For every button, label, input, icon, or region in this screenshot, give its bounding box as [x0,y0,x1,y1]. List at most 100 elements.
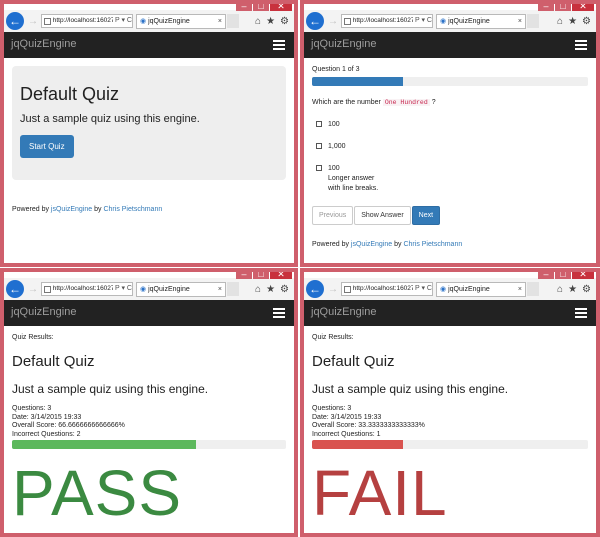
close-tab-icon[interactable]: × [218,15,225,28]
address-tools[interactable]: P ▾ C [415,283,432,295]
progress-fill [312,77,404,86]
brand-link[interactable]: jqQuizEngine [311,306,376,318]
results-stats: Questions: 3 Date: 3/14/2015 19:33 Overa… [12,405,286,439]
question-counter: Question 1 of 3 [312,66,360,73]
address-bar[interactable]: http://localhost:16027/ P ▾ C [341,282,433,296]
score-progress [312,440,588,449]
back-icon[interactable]: ← [306,12,324,30]
back-icon[interactable]: ← [6,280,24,298]
address-tools[interactable]: P ▾ C [115,15,132,27]
answer-checkbox[interactable] [316,143,322,149]
close-window-button[interactable]: ✕ [572,272,594,279]
settings-icon[interactable]: ⚙ [280,16,289,27]
tab-favicon: ◉ [140,17,147,25]
questions-count: Questions: 3 [12,405,52,412]
favorites-icon[interactable]: ★ [266,16,275,27]
address-bar[interactable]: http://localhost:16027/ P ▾ C [341,14,433,28]
back-icon[interactable]: ← [6,12,24,30]
brand-link[interactable]: jqQuizEngine [11,306,76,318]
address-tools[interactable]: P ▾ C [115,283,132,295]
browser-toolbar: ← → http://localhost:16027/ P ▾ C ◉ jqQu… [4,278,294,300]
page-icon [44,285,51,293]
incorrect-count: Incorrect Questions: 1 [312,430,381,438]
favorites-icon[interactable]: ★ [568,16,577,27]
browser-tab[interactable]: ◉ jqQuizEngine × [136,13,226,29]
minimize-button[interactable]: – [538,4,554,11]
forward-icon[interactable]: → [27,16,39,27]
address-tools[interactable]: P ▾ C [415,15,432,27]
previous-button[interactable]: Previous [312,206,354,225]
page-content: Default Quiz Just a sample quiz using th… [12,66,286,263]
next-button[interactable]: Next [411,206,441,225]
engine-link[interactable]: jsQuizEngine [51,206,92,213]
brand-link[interactable]: jqQuizEngine [311,38,376,50]
author-link[interactable]: Chris Pietschmann [103,206,162,213]
start-quiz-button[interactable]: Start Quiz [20,135,74,158]
home-icon[interactable]: ⌂ [557,284,563,295]
results-label: Quiz Results: [12,334,54,341]
close-window-button[interactable]: ✕ [270,272,292,279]
answer-option[interactable]: 100 [316,120,588,130]
answer-option[interactable]: 100 Longer answer with line breaks. [316,164,588,194]
tab-favicon: ◉ [140,285,147,293]
browser-toolbar: ← → http://localhost:16027/ P ▾ C ◉ jqQu… [304,10,596,32]
question-buttons: Previous Show Answer Next [312,206,588,225]
maximize-button[interactable]: □ [555,4,571,11]
author-link[interactable]: Chris Pietschmann [403,241,462,248]
home-icon[interactable]: ⌂ [557,16,563,27]
back-icon[interactable]: ← [306,280,324,298]
overall-score: Overall Score: 33.3333333333333% [312,422,425,429]
menu-icon[interactable] [273,308,285,318]
settings-icon[interactable]: ⚙ [280,284,289,295]
forward-icon[interactable]: → [327,284,339,295]
quiz-title: Default Quiz [312,353,395,370]
settings-icon[interactable]: ⚙ [582,16,591,27]
settings-icon[interactable]: ⚙ [582,284,591,295]
browser-tab[interactable]: ◉ jqQuizEngine × [436,281,526,297]
overall-score: Overall Score: 66.6666666666666% [12,422,125,429]
browser-tab[interactable]: ◉ jqQuizEngine × [136,281,226,297]
answer-option[interactable]: 1,000 [316,142,588,152]
home-icon[interactable]: ⌂ [255,16,261,27]
favorites-icon[interactable]: ★ [266,284,275,295]
maximize-button[interactable]: □ [253,4,269,11]
window-controls: – □ ✕ [236,4,292,12]
minimize-button[interactable]: – [236,272,252,279]
question-text: Which are the number One Hundred ? [312,99,436,106]
menu-icon[interactable] [273,40,285,50]
address-bar[interactable]: http://localhost:16027/ P ▾ C [41,282,133,296]
maximize-button[interactable]: □ [555,272,571,279]
home-icon[interactable]: ⌂ [255,284,261,295]
navbar: jqQuizEngine [4,300,294,326]
browser-tab[interactable]: ◉ jqQuizEngine × [436,13,526,29]
maximize-button[interactable]: □ [253,272,269,279]
answer-checkbox[interactable] [316,121,322,127]
new-tab-button[interactable] [527,282,539,296]
close-tab-icon[interactable]: × [518,283,525,296]
navbar: jqQuizEngine [304,300,596,326]
tab-favicon: ◉ [440,285,447,293]
close-tab-icon[interactable]: × [218,283,225,296]
answer-checkbox[interactable] [316,165,322,171]
new-tab-button[interactable] [227,14,239,28]
close-window-button[interactable]: ✕ [270,4,292,11]
close-tab-icon[interactable]: × [518,15,525,28]
show-answer-button[interactable]: Show Answer [354,206,411,225]
forward-icon[interactable]: → [327,16,339,27]
brand-link[interactable]: jqQuizEngine [11,38,76,50]
close-window-button[interactable]: ✕ [572,4,594,11]
minimize-button[interactable]: – [236,4,252,11]
engine-link[interactable]: jsQuizEngine [351,241,392,248]
menu-icon[interactable] [575,40,587,50]
address-bar[interactable]: http://localhost:16027/ P ▾ C [41,14,133,28]
favorites-icon[interactable]: ★ [568,284,577,295]
new-tab-button[interactable] [227,282,239,296]
quiz-description: Just a sample quiz using this engine. [12,382,209,396]
quiz-intro: Default Quiz Just a sample quiz using th… [12,66,286,180]
new-tab-button[interactable] [527,14,539,28]
minimize-button[interactable]: – [538,272,554,279]
browser-window-start: – □ ✕ ← → http://localhost:16027/ P ▾ C … [0,0,298,267]
forward-icon[interactable]: → [27,284,39,295]
quiz-description: Just a sample quiz using this engine. [312,382,509,396]
menu-icon[interactable] [575,308,587,318]
